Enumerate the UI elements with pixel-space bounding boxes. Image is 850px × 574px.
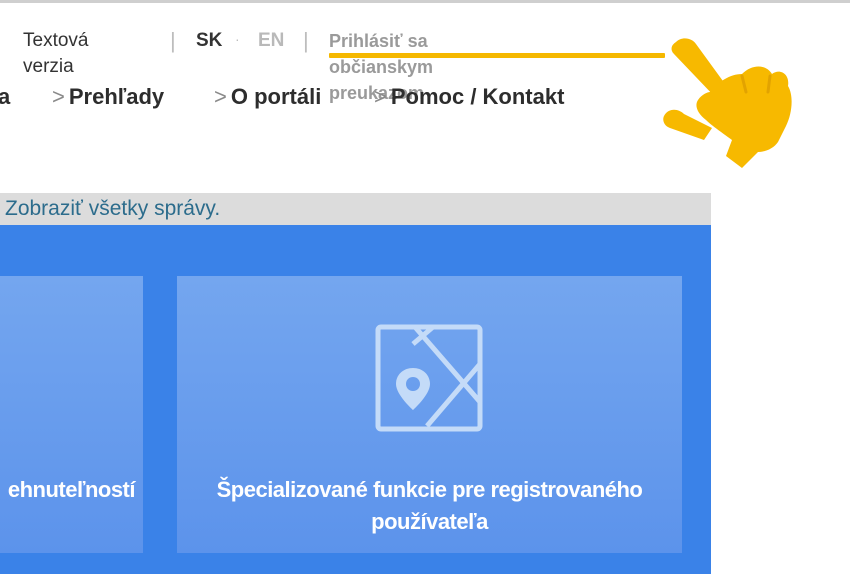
lang-dot: · [235,31,240,47]
chevron-right-icon: > [52,84,65,109]
nav-item-partial[interactable]: a [0,82,10,112]
nav-item-o-portali[interactable]: > O portáli [214,82,321,112]
service-card-real-estate[interactable]: ehnuteľností [0,276,143,553]
card-label: Špecializované funkcie pre registrovanéh… [216,477,643,534]
lang-sk-link[interactable]: SK [196,28,222,54]
chevron-right-icon: > [214,84,227,109]
chevron-right-icon: > [374,84,387,109]
separator: | [303,28,309,53]
login-highlight-underline [329,53,665,58]
map-pin-icon [375,324,483,432]
text-version-link[interactable]: Textová verzia [23,28,88,80]
service-card-specialized-functions[interactable]: Špecializované funkcie pre registrovanéh… [177,276,682,553]
nav-item-pomoc-kontakt[interactable]: > Pomoc / Kontakt [374,82,564,112]
nav-item-prehlady[interactable]: > Prehľady [52,82,164,112]
lang-en-link[interactable]: EN [258,28,284,54]
top-border [0,0,850,3]
separator: | [170,28,176,53]
card-label: ehnuteľností [7,477,136,502]
show-all-messages-link[interactable]: Zobraziť všetky správy. [5,196,220,222]
services-panel: ehnuteľností Špecializované funkcie pre … [0,225,711,574]
hand-pointer-icon [663,38,792,168]
notice-bar: Zobraziť všetky správy. [0,193,711,225]
